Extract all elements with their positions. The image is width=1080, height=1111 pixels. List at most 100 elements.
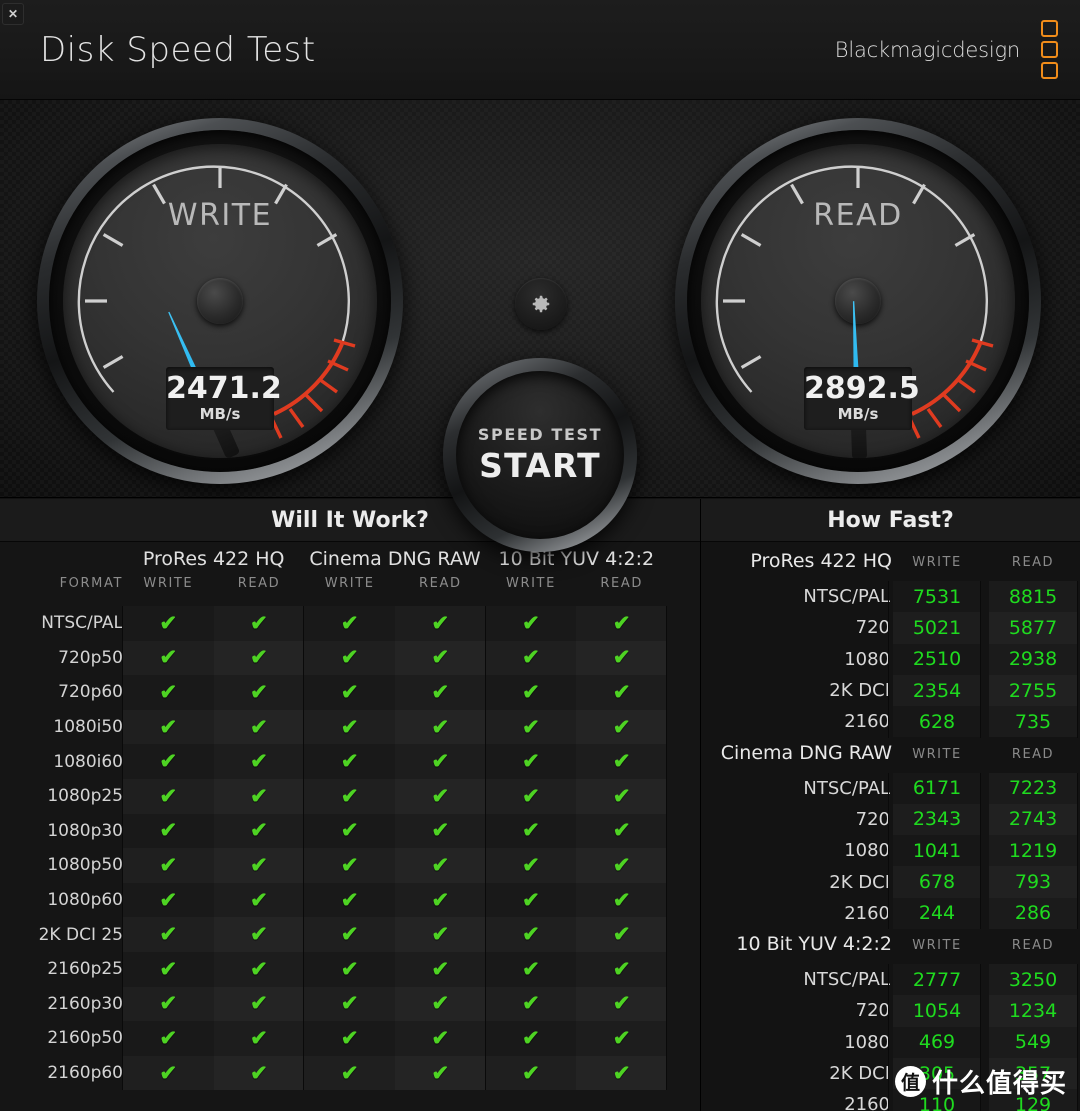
will-it-work-panel: Will It Work? FORMAT ProRes 422 HQ WRITE RE… [0, 499, 700, 1111]
wiw-support-cell: ✔ [123, 813, 214, 849]
how-fast-row-label: NTSC/PAL [803, 969, 890, 991]
wiw-group-header: 10 Bit YUV 4:2:2 [498, 548, 655, 570]
check-icon: ✔ [522, 853, 540, 877]
how-fast-write-value: 1041 [893, 835, 981, 867]
speed-test-start-button[interactable]: SPEED TEST START [443, 358, 637, 552]
wiw-format-label: 2160p30 [47, 993, 123, 1014]
table-row: 2160p60 ✔ ✔ ✔ ✔ ✔ ✔ [0, 1055, 700, 1091]
wiw-support-cell: ✔ [123, 744, 214, 779]
how-fast-section-rows: NTSC/PAL 7531 8815 720 5021 5877 1080 2510 2938 2… [701, 581, 1080, 738]
check-icon: ✔ [250, 819, 268, 843]
table-row: 720p60 ✔ ✔ ✔ ✔ ✔ ✔ [0, 675, 700, 710]
column-separator [122, 606, 123, 1091]
wiw-support-cell: ✔ [213, 675, 305, 710]
wiw-support-cell: ✔ [123, 986, 214, 1022]
wiw-support-cell: ✔ [304, 986, 395, 1022]
table-row: 720p50 ✔ ✔ ✔ ✔ ✔ ✔ [0, 640, 700, 676]
check-icon: ✔ [159, 819, 178, 843]
table-row: 720 5021 5877 [701, 612, 1080, 644]
how-fast-row-label: 1080 [844, 1031, 890, 1053]
wiw-support-cell: ✔ [395, 882, 486, 918]
gauge-hub [197, 278, 243, 324]
column-separator [980, 581, 981, 738]
how-fast-row-label: 720 [855, 808, 890, 830]
check-icon: ✔ [431, 680, 450, 704]
how-fast-read-value: 2938 [989, 643, 1077, 675]
wiw-support-cell: ✔ [576, 778, 667, 814]
wiw-format-column-header: FORMAT [59, 576, 123, 591]
wiw-format-label: 2160p60 [47, 1063, 123, 1084]
start-button-subtitle: SPEED TEST [477, 425, 603, 444]
check-icon: ✔ [431, 819, 450, 843]
how-fast-write-value: 2354 [893, 674, 981, 707]
check-icon: ✔ [431, 715, 450, 739]
wiw-support-cell: ✔ [213, 606, 305, 641]
wiw-support-cell: ✔ [485, 1055, 577, 1091]
check-icon: ✔ [250, 750, 268, 774]
read-value: 2892.5 [804, 370, 920, 406]
how-fast-write-value: 2343 [893, 803, 981, 836]
wiw-support-cell: ✔ [304, 917, 395, 952]
check-icon: ✔ [522, 888, 540, 912]
check-icon: ✔ [431, 611, 450, 635]
table-row: 2160p30 ✔ ✔ ✔ ✔ ✔ ✔ [0, 986, 700, 1022]
wiw-sub-header: WRITE [143, 576, 194, 591]
wiw-support-cell: ✔ [213, 951, 305, 987]
wiw-support-cell: ✔ [576, 917, 667, 952]
how-fast-row-label: 2160 [844, 1094, 890, 1111]
wiw-support-cell: ✔ [304, 640, 395, 676]
how-fast-read-value: 7223 [989, 772, 1077, 804]
check-icon: ✔ [250, 992, 268, 1016]
settings-button[interactable] [515, 278, 567, 330]
table-row: NTSC/PAL ✔ ✔ ✔ ✔ ✔ ✔ [0, 606, 700, 641]
check-icon: ✔ [159, 992, 178, 1016]
how-fast-row-label: NTSC/PAL [803, 777, 890, 799]
wiw-support-cell: ✔ [123, 917, 214, 952]
how-fast-row-label: 2K DCI [829, 680, 890, 702]
table-row: 2160 244 286 [701, 897, 1080, 929]
wiw-support-cell: ✔ [213, 1055, 305, 1091]
check-icon: ✔ [250, 957, 268, 981]
check-icon: ✔ [159, 957, 178, 981]
check-icon: ✔ [340, 680, 359, 704]
check-icon: ✔ [431, 646, 450, 670]
table-row: 1080p30 ✔ ✔ ✔ ✔ ✔ ✔ [0, 813, 700, 849]
wiw-support-cell: ✔ [123, 640, 214, 676]
wiw-format-label: 1080p50 [47, 855, 123, 876]
check-icon: ✔ [431, 784, 450, 808]
close-icon[interactable]: ✕ [2, 3, 24, 25]
wiw-support-cell: ✔ [395, 744, 486, 779]
wiw-support-cell: ✔ [576, 606, 667, 641]
check-icon: ✔ [612, 784, 631, 808]
wiw-support-cell: ✔ [576, 709, 667, 745]
wiw-support-cell: ✔ [123, 709, 214, 745]
column-separator [1077, 964, 1078, 1111]
how-fast-write-value: 244 [893, 897, 981, 929]
wiw-support-cell: ✔ [304, 1021, 395, 1056]
wiw-support-cell: ✔ [485, 986, 577, 1022]
wiw-support-cell: ✔ [576, 813, 667, 849]
will-it-work-rows: NTSC/PAL ✔ ✔ ✔ ✔ ✔ ✔ 720p50 ✔ ✔ ✔ ✔ ✔ ✔ 720p60 ✔ ✔ ✔ ✔ ✔ ✔ 10… [0, 606, 700, 1091]
wiw-support-cell: ✔ [576, 882, 667, 918]
wiw-support-cell: ✔ [395, 675, 486, 710]
wiw-group-header: Cinema DNG RAW [309, 548, 481, 570]
check-icon: ✔ [159, 750, 178, 774]
check-icon: ✔ [340, 992, 359, 1016]
column-separator [666, 606, 667, 1091]
gauge-face: READ 2892.5 MB/s [701, 144, 1015, 458]
how-fast-read-value: 2755 [989, 674, 1077, 707]
check-icon: ✔ [340, 784, 359, 808]
check-icon: ✔ [431, 957, 450, 981]
how-fast-row-label: 720 [855, 617, 890, 639]
wiw-support-cell: ✔ [213, 882, 305, 918]
wiw-support-cell: ✔ [395, 1055, 486, 1091]
how-fast-row-label: 720 [855, 1000, 890, 1022]
how-fast-title: How Fast? [701, 499, 1080, 542]
check-icon: ✔ [431, 1026, 450, 1050]
check-icon: ✔ [250, 611, 268, 635]
check-icon: ✔ [159, 680, 178, 704]
wiw-support-cell: ✔ [304, 778, 395, 814]
watermark-badge-icon: 值 [895, 1066, 926, 1097]
how-fast-section-name: ProRes 422 HQ [750, 550, 892, 572]
wiw-support-cell: ✔ [213, 709, 305, 745]
